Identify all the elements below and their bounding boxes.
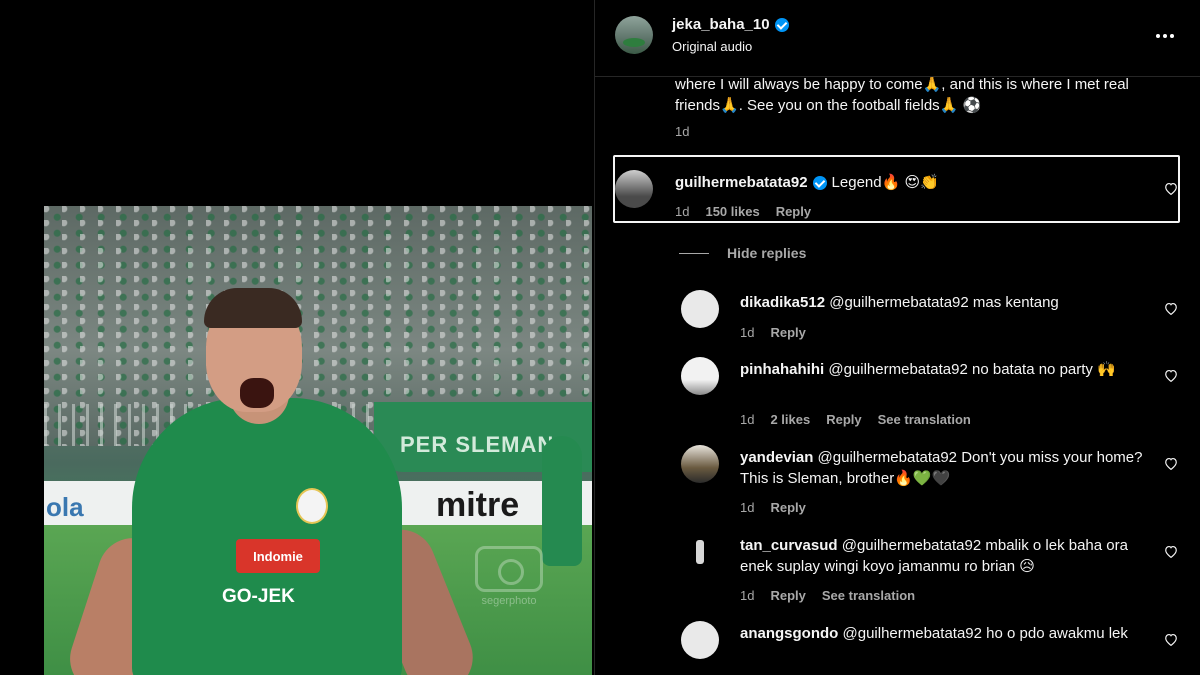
player-mouth bbox=[240, 378, 274, 408]
comment-meta: 1d Reply bbox=[740, 500, 806, 515]
hide-replies-button[interactable]: Hide replies bbox=[679, 245, 806, 261]
see-translation-button[interactable]: See translation bbox=[878, 412, 971, 427]
comment-timestamp: 1d bbox=[740, 325, 755, 340]
dot-icon bbox=[1156, 34, 1160, 38]
reply-button[interactable]: Reply bbox=[776, 204, 811, 219]
club-crest bbox=[296, 488, 328, 524]
commenter-avatar[interactable] bbox=[681, 290, 719, 328]
comment-body: guilhermebatata92 Legend🔥 😍👏 bbox=[675, 172, 939, 193]
commenter-avatar[interactable] bbox=[681, 357, 719, 395]
reply-button[interactable]: Reply bbox=[770, 588, 805, 603]
divider-line bbox=[679, 252, 709, 254]
comment-timestamp: 1d bbox=[740, 500, 755, 515]
verified-badge-icon bbox=[812, 175, 827, 190]
like-heart-icon[interactable] bbox=[1164, 633, 1178, 646]
player-hair bbox=[204, 288, 302, 328]
reply-button[interactable]: Reply bbox=[826, 412, 861, 427]
verified-badge-icon bbox=[774, 17, 789, 32]
stadium-banner-text: PER SLEMAN bbox=[400, 432, 555, 457]
comment-meta: 1d Reply See translation bbox=[740, 588, 915, 603]
like-heart-icon[interactable] bbox=[1164, 545, 1178, 558]
commenter-username[interactable]: guilhermebatata92 bbox=[675, 172, 808, 193]
commenter-avatar[interactable] bbox=[681, 533, 719, 571]
comment-meta: 1d Reply bbox=[740, 325, 806, 340]
author-avatar[interactable] bbox=[615, 16, 653, 54]
comment-body: dikadika512 @guilhermebatata92 mas kenta… bbox=[740, 292, 1160, 313]
comment-text: @guilhermebatata92 no batata no party 🙌 bbox=[828, 361, 1116, 378]
dot-icon bbox=[1163, 34, 1167, 38]
watermark: segerphoto bbox=[464, 546, 554, 607]
comment-timestamp: 1d bbox=[675, 204, 690, 219]
comment-text: @guilhermebatata92 ho o pdo awakmu lek bbox=[842, 625, 1128, 642]
reply-button[interactable]: Reply bbox=[770, 325, 805, 340]
comments-panel[interactable]: jeka_baha_10 Original audio where I will… bbox=[594, 0, 1200, 675]
commenter-avatar[interactable] bbox=[681, 445, 719, 483]
author-username[interactable]: jeka_baha_10 bbox=[672, 16, 770, 33]
comment-body: anangsgondo @guilhermebatata92 ho o pdo … bbox=[740, 623, 1150, 644]
post-header: jeka_baha_10 Original audio bbox=[595, 0, 1200, 77]
jersey-sponsor-logo: Indomie bbox=[236, 539, 320, 573]
commenter-username[interactable]: yandevian bbox=[740, 449, 813, 466]
reply-button[interactable]: Reply bbox=[770, 500, 805, 515]
caption-timestamp: 1d bbox=[675, 124, 690, 139]
dot-icon bbox=[1170, 34, 1174, 38]
commenter-username[interactable]: dikadika512 bbox=[740, 294, 825, 311]
watermark-text: segerphoto bbox=[481, 595, 537, 607]
commenter-username[interactable]: anangsgondo bbox=[740, 625, 838, 642]
comment-text: Legend🔥 😍👏 bbox=[831, 174, 939, 191]
commenter-avatar[interactable] bbox=[681, 621, 719, 659]
see-translation-button[interactable]: See translation bbox=[822, 588, 915, 603]
like-heart-icon[interactable] bbox=[1164, 457, 1178, 470]
board-left-text: ola bbox=[46, 492, 84, 522]
advertising-board-text: mitre bbox=[436, 486, 520, 524]
comment-text: @guilhermebatata92 mas kentang bbox=[829, 294, 1059, 311]
hide-replies-label: Hide replies bbox=[727, 245, 807, 261]
like-heart-icon[interactable] bbox=[1164, 369, 1178, 382]
commenter-username[interactable]: pinhahahihi bbox=[740, 361, 824, 378]
comment-meta: 1d 150 likes Reply bbox=[675, 204, 811, 219]
more-options-button[interactable] bbox=[1151, 26, 1179, 46]
comment-body: tan_curvasud @guilhermebatata92 mbalik o… bbox=[740, 535, 1150, 577]
jersey-sponsor-text: GO-JEK bbox=[222, 586, 295, 607]
like-heart-icon[interactable] bbox=[1164, 182, 1178, 195]
comment-body: yandevian @guilhermebatata92 Don't you m… bbox=[740, 447, 1150, 489]
original-audio-link[interactable]: Original audio bbox=[672, 39, 752, 54]
comment-body: pinhahahihi @guilhermebatata92 no batata… bbox=[740, 359, 1150, 380]
comment-timestamp: 1d bbox=[740, 588, 755, 603]
media-viewer[interactable]: PER SLEMAN ola mitre Indomie GO-JEK sege… bbox=[0, 0, 594, 675]
like-heart-icon[interactable] bbox=[1164, 302, 1178, 315]
reel-photo[interactable]: PER SLEMAN ola mitre Indomie GO-JEK sege… bbox=[44, 206, 592, 675]
camera-icon bbox=[475, 546, 543, 592]
author-name-row[interactable]: jeka_baha_10 bbox=[672, 16, 789, 33]
player-jersey bbox=[132, 398, 402, 675]
comment-likes-count[interactable]: 150 likes bbox=[705, 204, 759, 219]
commenter-username[interactable]: tan_curvasud bbox=[740, 537, 838, 554]
comment-meta: 1d 2 likes Reply See translation bbox=[740, 412, 971, 427]
commenter-avatar[interactable] bbox=[615, 170, 653, 208]
comment-timestamp: 1d bbox=[740, 412, 755, 427]
avatar-figure bbox=[696, 540, 704, 564]
comment-likes-count[interactable]: 2 likes bbox=[770, 412, 810, 427]
caption-text: where I will always be happy to come🙏, a… bbox=[675, 76, 1129, 114]
